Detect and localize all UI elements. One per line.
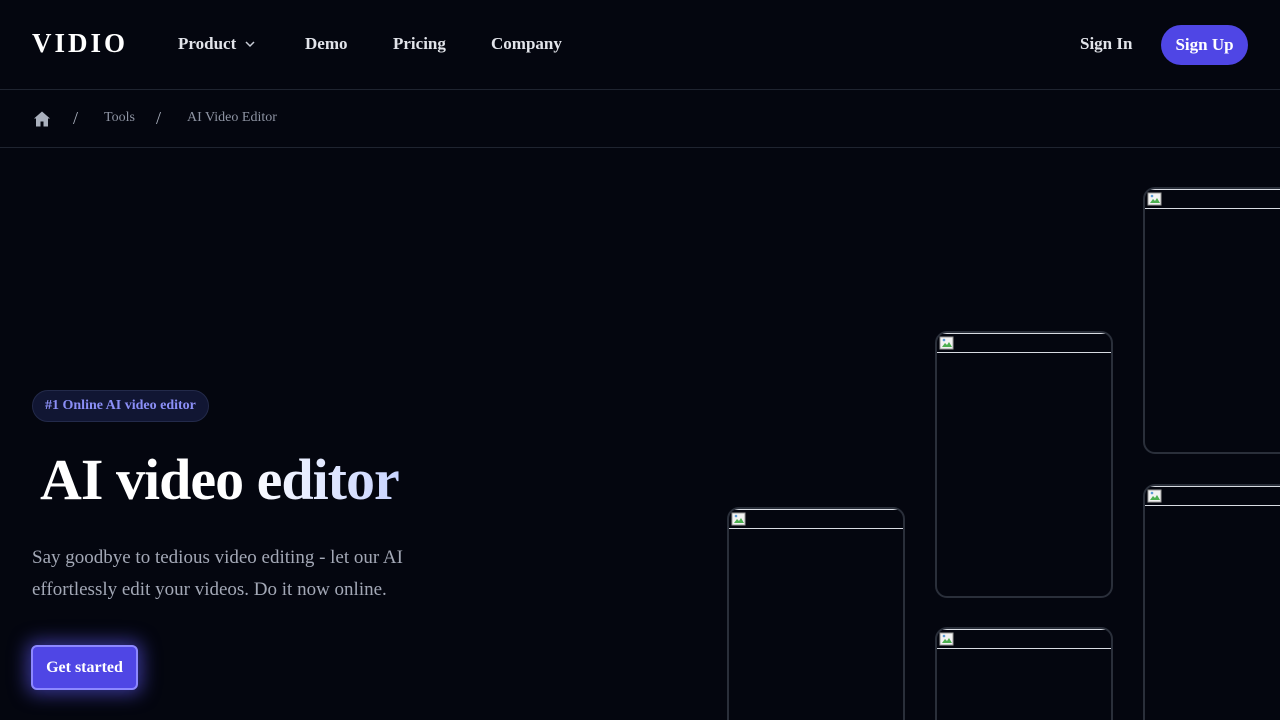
chevron-down-icon	[245, 41, 255, 48]
breadcrumb-separator: /	[156, 108, 162, 128]
sign-up-button[interactable]: Sign Up	[1161, 25, 1248, 65]
get-started-button[interactable]: Get started	[31, 645, 138, 690]
broken-image-icon	[731, 512, 746, 526]
top-navigation: VIDIO Product Demo Pricing Company Sign …	[0, 0, 1280, 90]
image-placeholder-bar	[1145, 189, 1280, 209]
image-placeholder-bar	[729, 509, 903, 529]
page-title: AI video editor	[40, 447, 400, 512]
hero-badge: #1 Online AI video editor	[32, 390, 209, 422]
image-placeholder-bar	[937, 333, 1111, 353]
video-thumbnail-card[interactable]	[727, 507, 905, 720]
video-thumbnail-card[interactable]	[1143, 187, 1280, 454]
nav-item-label: Pricing	[393, 34, 446, 53]
logo[interactable]: VIDIO	[32, 28, 128, 59]
video-thumbnail-card[interactable]	[935, 627, 1113, 720]
nav-item-pricing[interactable]: Pricing	[393, 34, 446, 54]
hero-description: Say goodbye to tedious video editing - l…	[32, 547, 403, 600]
breadcrumb-separator: /	[73, 108, 79, 128]
nav-item-label: Company	[491, 34, 562, 53]
video-thumbnail-card[interactable]	[935, 331, 1113, 598]
image-placeholder-bar	[1145, 486, 1280, 506]
broken-image-icon	[939, 336, 954, 350]
breadcrumb-item-tools[interactable]: Tools	[104, 110, 135, 126]
sign-in-link[interactable]: Sign In	[1080, 34, 1132, 54]
breadcrumb-item-current: AI Video Editor	[187, 110, 277, 125]
image-placeholder-bar	[937, 629, 1111, 649]
video-thumbnail-card[interactable]	[1143, 484, 1280, 720]
nav-item-demo[interactable]: Demo	[305, 34, 347, 54]
home-icon[interactable]	[33, 110, 51, 128]
nav-item-label: Product	[178, 34, 237, 53]
broken-image-icon	[1147, 489, 1162, 503]
nav-item-product[interactable]: Product	[178, 34, 256, 54]
broken-image-icon	[939, 632, 954, 646]
nav-item-label: Demo	[305, 34, 348, 53]
nav-item-company[interactable]: Company	[491, 34, 562, 54]
broken-image-icon	[1147, 192, 1162, 206]
